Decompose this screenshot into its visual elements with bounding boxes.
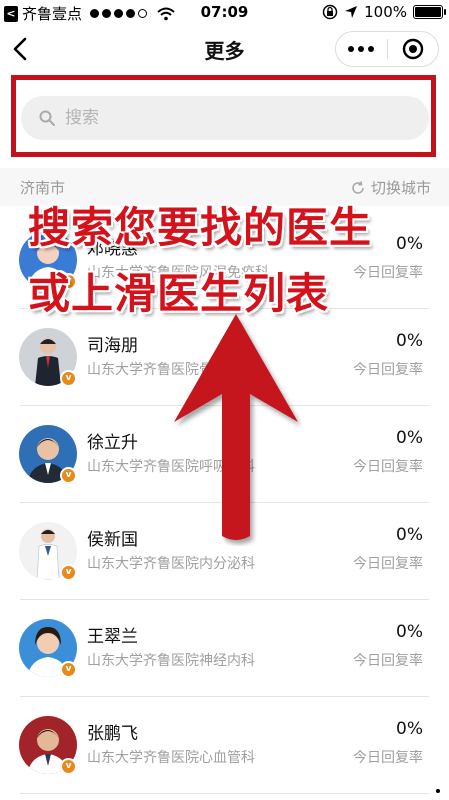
lock-rotation-icon: [322, 4, 338, 20]
verified-badge-icon: v: [60, 370, 77, 387]
reply-rate-label: 今日回复率: [353, 459, 423, 475]
verified-badge-icon: v: [60, 758, 77, 775]
doctor-name: 徐立升: [87, 433, 138, 453]
search-bar[interactable]: [21, 96, 429, 140]
battery-icon: [413, 5, 446, 19]
doctor-item[interactable]: v 张鹏飞 山东大学齐鲁医院心血管科 0% 今日回复率: [0, 697, 449, 794]
nav-bar: 更多: [0, 26, 449, 72]
divider: [20, 793, 429, 794]
reply-rate-label: 今日回复率: [353, 653, 423, 669]
verified-badge-icon: v: [60, 467, 77, 484]
reply-rate: 0%: [396, 428, 423, 448]
search-input[interactable]: [65, 108, 365, 128]
reply-rate: 0%: [396, 525, 423, 545]
battery-percent: 100%: [364, 3, 407, 21]
doctor-hospital: 山东大学齐鲁医院心血管科: [87, 750, 255, 766]
reply-rate: 0%: [396, 622, 423, 642]
verified-badge-icon: v: [60, 661, 77, 678]
status-bar: < 齐鲁壹点 07:09 100%: [0, 0, 449, 26]
reply-rate-label: 今日回复率: [353, 362, 423, 378]
reply-rate: 0%: [396, 331, 423, 351]
location-icon: [345, 6, 358, 18]
verified-badge-icon: v: [60, 564, 77, 581]
doctor-name: 司海朋: [87, 336, 138, 356]
doctor-hospital: 山东大学齐鲁医院神经内科: [87, 653, 255, 669]
reply-rate-label: 今日回复率: [353, 750, 423, 766]
annotation-line-1: 搜索您要找的医生: [28, 203, 373, 252]
reply-rate: 0%: [396, 234, 423, 254]
search-icon: [39, 110, 55, 126]
doctor-name: 侯新国: [87, 530, 138, 550]
reply-rate-label: 今日回复率: [353, 265, 423, 281]
status-right: 100%: [322, 3, 446, 21]
reply-rate: 0%: [396, 719, 423, 739]
doctor-hospital: 山东大学齐鲁医院内分泌科: [87, 556, 255, 572]
up-arrow-icon: [174, 314, 298, 540]
switch-city-label: 切换城市: [370, 179, 431, 197]
corner-dot: [436, 789, 440, 793]
close-icon[interactable]: [387, 32, 438, 66]
doctor-item[interactable]: v 王翠兰 山东大学齐鲁医院神经内科 0% 今日回复率: [0, 600, 449, 697]
doctor-name: 张鹏飞: [87, 724, 138, 744]
mini-program-capsule: [335, 31, 439, 67]
refresh-icon: [352, 180, 364, 194]
doctor-name: 王翠兰: [87, 627, 138, 647]
reply-rate-label: 今日回复率: [353, 556, 423, 572]
more-icon[interactable]: [336, 32, 387, 66]
